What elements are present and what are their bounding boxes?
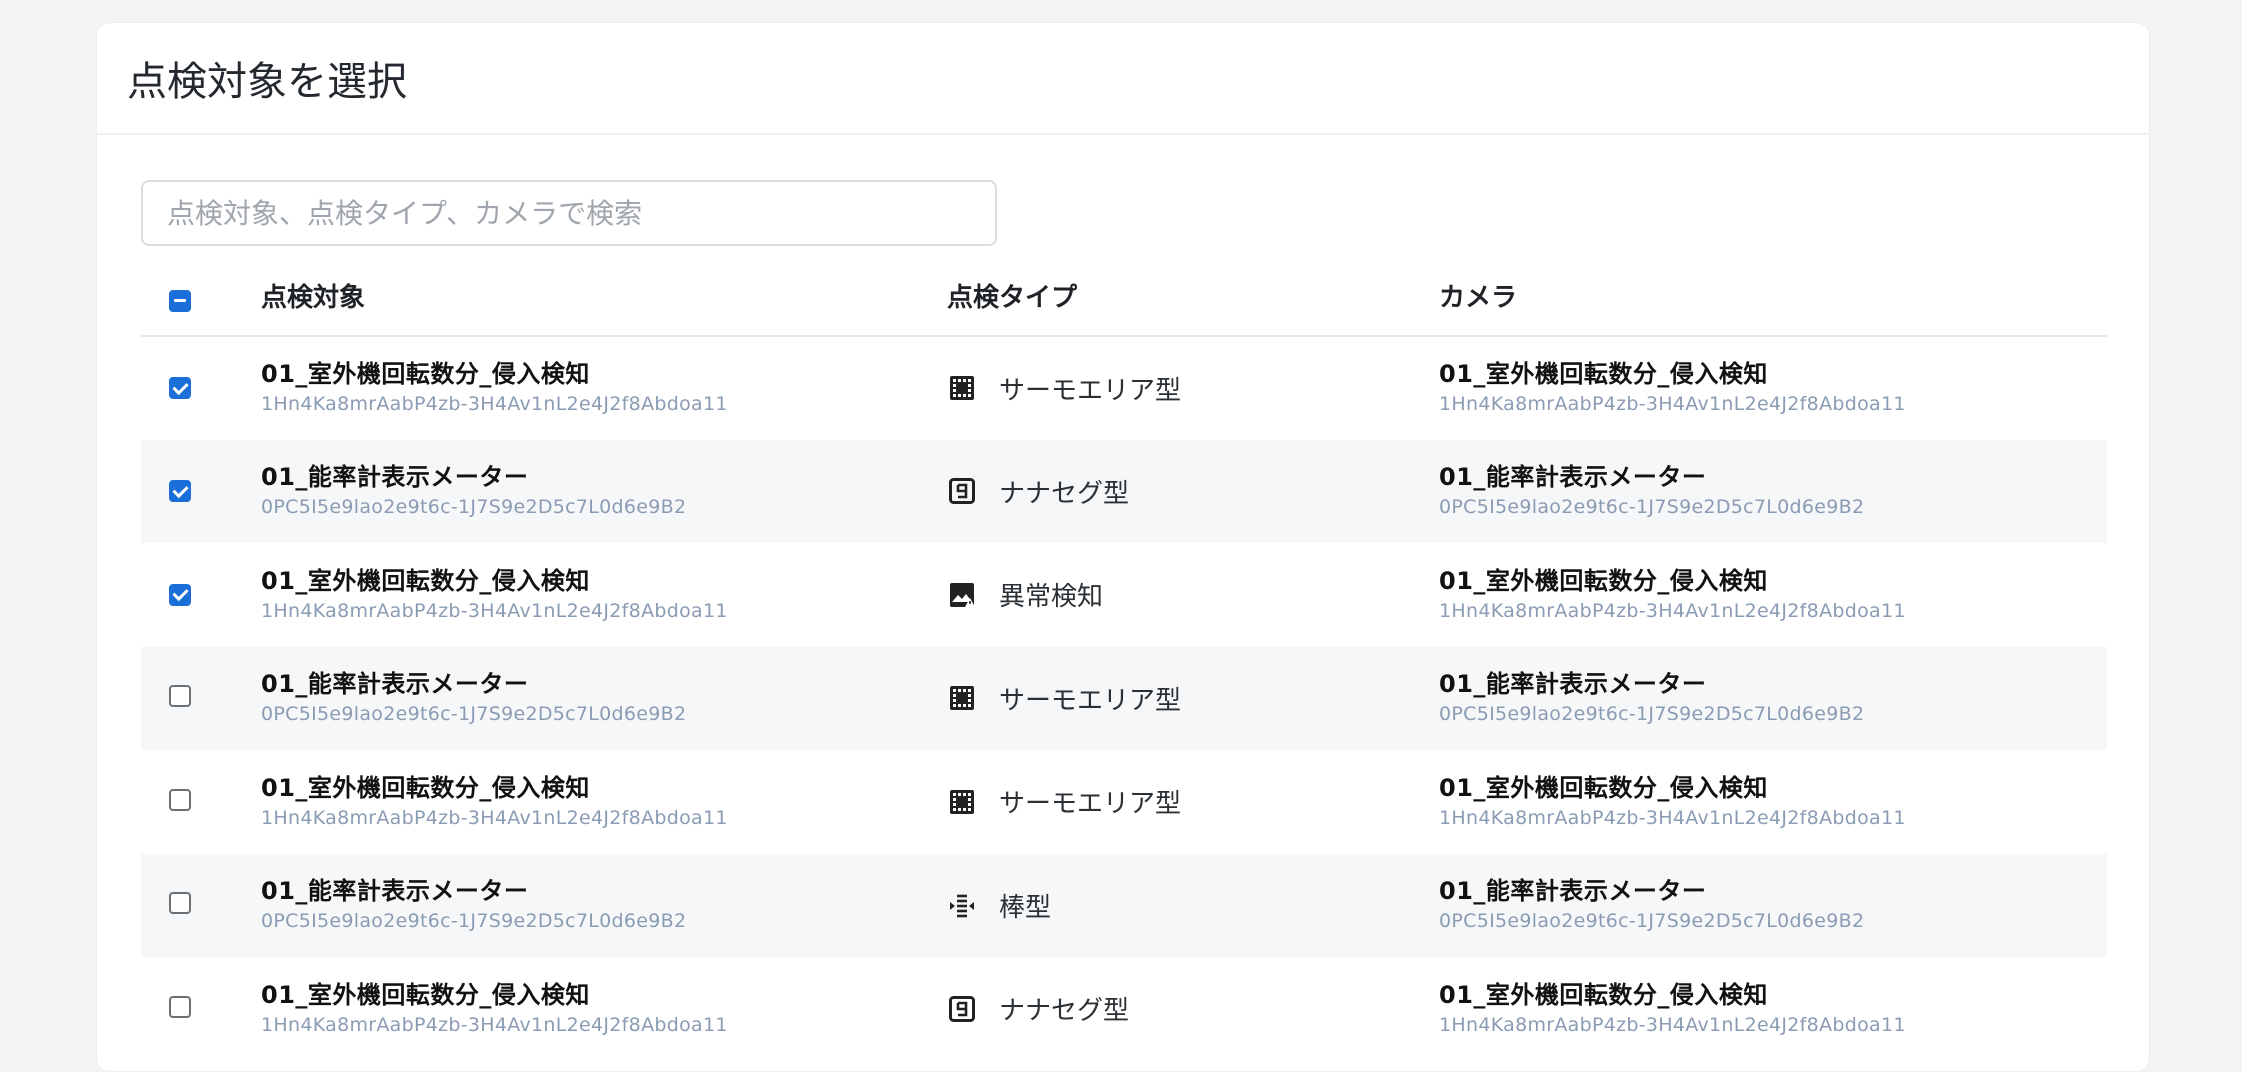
camera-id: 0PC5I5e9lao2e9t6c-1J7S9e2D5c7L0d6e9B2: [1439, 496, 1865, 519]
type-cell: ナナセグ型: [947, 440, 1439, 544]
anomaly-image-icon: [947, 580, 977, 610]
type-label: 棒型: [999, 892, 1052, 923]
type-cell: 異常検知: [947, 543, 1439, 647]
table-row[interactable]: 01_室外機回転数分_侵入検知 1Hn4Ka8mrAabP4zb-3H4Av1n…: [141, 750, 2107, 854]
table-row[interactable]: 01_能率計表示メーター 0PC5I5e9lao2e9t6c-1J7S9e2D5…: [141, 853, 2107, 958]
row-checkbox[interactable]: [169, 788, 191, 811]
target-cell: 01_室外機回転数分_侵入検知 1Hn4Ka8mrAabP4zb-3H4Av1n…: [261, 750, 947, 854]
camera-id: 0PC5I5e9lao2e9t6c-1J7S9e2D5c7L0d6e9B2: [1439, 703, 1865, 726]
target-table: 点検対象 点検タイプ カメラ 01_室外機回転数分_侵入検知 1Hn4Ka8mr…: [141, 256, 2107, 1061]
thermo-grid-icon: [947, 683, 977, 713]
target-id: 0PC5I5e9lao2e9t6c-1J7S9e2D5c7L0d6e9B2: [261, 910, 687, 933]
camera-name: 01_室外機回転数分_侵入検知: [1439, 360, 1768, 389]
row-checkbox[interactable]: [169, 685, 191, 708]
target-cell: 01_能率計表示メーター 0PC5I5e9lao2e9t6c-1J7S9e2D5…: [261, 647, 947, 751]
camera-name: 01_室外機回転数分_侵入検知: [1439, 566, 1768, 595]
type-label: サーモエリア型: [999, 685, 1182, 716]
type-cell: 棒型: [947, 854, 1439, 958]
header-checkbox-cell: [141, 256, 261, 337]
camera-cell: 01_室外機回転数分_侵入検知 1Hn4Ka8mrAabP4zb-3H4Av1n…: [1439, 750, 2107, 854]
row-checkbox-cell: [141, 750, 261, 854]
column-header-camera[interactable]: カメラ: [1439, 256, 2107, 337]
row-checkbox-cell: [141, 957, 261, 1061]
row-checkbox[interactable]: [169, 583, 191, 606]
table-row[interactable]: 01_能率計表示メーター 0PC5I5e9lao2e9t6c-1J7S9e2D5…: [141, 439, 2107, 544]
search-input[interactable]: [141, 180, 997, 246]
seven-segment-icon: [947, 476, 977, 506]
camera-cell: 01_能率計表示メーター 0PC5I5e9lao2e9t6c-1J7S9e2D5…: [1439, 854, 2107, 958]
target-id: 1Hn4Ka8mrAabP4zb-3H4Av1nL2e4J2f8Abdoa11: [261, 1013, 728, 1036]
column-header-target[interactable]: 点検対象: [261, 256, 947, 337]
table-header-row: 点検対象 点検タイプ カメラ: [141, 256, 2107, 337]
table-row[interactable]: 01_能率計表示メーター 0PC5I5e9lao2e9t6c-1J7S9e2D5…: [141, 646, 2107, 751]
camera-name: 01_能率計表示メーター: [1439, 463, 1707, 492]
table-body: 01_室外機回転数分_侵入検知 1Hn4Ka8mrAabP4zb-3H4Av1n…: [141, 336, 2107, 1061]
thermo-grid-icon: [947, 373, 977, 403]
target-name: 01_室外機回転数分_侵入検知: [261, 980, 590, 1009]
target-cell: 01_室外機回転数分_侵入検知 1Hn4Ka8mrAabP4zb-3H4Av1n…: [261, 336, 947, 440]
type-cell: サーモエリア型: [947, 647, 1439, 751]
bar-gauge-icon: [947, 890, 977, 920]
camera-name: 01_室外機回転数分_侵入検知: [1439, 980, 1768, 1009]
target-name: 01_能率計表示メーター: [261, 670, 529, 699]
type-cell: サーモエリア型: [947, 336, 1439, 440]
target-name: 01_能率計表示メーター: [261, 877, 529, 906]
camera-id: 1Hn4Ka8mrAabP4zb-3H4Av1nL2e4J2f8Abdoa11: [1439, 806, 1906, 829]
target-id: 0PC5I5e9lao2e9t6c-1J7S9e2D5c7L0d6e9B2: [261, 496, 687, 519]
card-header: 点検対象を選択: [97, 23, 2149, 135]
target-name: 01_室外機回転数分_侵入検知: [261, 360, 590, 389]
target-id: 1Hn4Ka8mrAabP4zb-3H4Av1nL2e4J2f8Abdoa11: [261, 806, 728, 829]
type-label: サーモエリア型: [999, 789, 1182, 820]
camera-cell: 01_室外機回転数分_侵入検知 1Hn4Ka8mrAabP4zb-3H4Av1n…: [1439, 336, 2107, 440]
camera-id: 1Hn4Ka8mrAabP4zb-3H4Av1nL2e4J2f8Abdoa11: [1439, 1013, 1906, 1036]
row-checkbox-cell: [141, 647, 261, 751]
type-label: 異常検知: [999, 582, 1104, 613]
target-name: 01_室外機回転数分_侵入検知: [261, 773, 590, 802]
camera-cell: 01_能率計表示メーター 0PC5I5e9lao2e9t6c-1J7S9e2D5…: [1439, 440, 2107, 544]
type-label: ナナセグ型: [999, 478, 1130, 509]
row-checkbox-cell: [141, 854, 261, 958]
camera-cell: 01_能率計表示メーター 0PC5I5e9lao2e9t6c-1J7S9e2D5…: [1439, 647, 2107, 751]
target-id: 1Hn4Ka8mrAabP4zb-3H4Av1nL2e4J2f8Abdoa11: [261, 599, 728, 622]
type-label: サーモエリア型: [999, 375, 1182, 406]
target-cell: 01_室外機回転数分_侵入検知 1Hn4Ka8mrAabP4zb-3H4Av1n…: [261, 543, 947, 647]
target-id: 0PC5I5e9lao2e9t6c-1J7S9e2D5c7L0d6e9B2: [261, 703, 687, 726]
row-checkbox-cell: [141, 440, 261, 544]
row-checkbox[interactable]: [169, 892, 191, 915]
table-row[interactable]: 01_室外機回転数分_侵入検知 1Hn4Ka8mrAabP4zb-3H4Av1n…: [141, 957, 2107, 1061]
seven-segment-icon: [947, 994, 977, 1024]
target-id: 1Hn4Ka8mrAabP4zb-3H4Av1nL2e4J2f8Abdoa11: [261, 393, 728, 416]
camera-cell: 01_室外機回転数分_侵入検知 1Hn4Ka8mrAabP4zb-3H4Av1n…: [1439, 543, 2107, 647]
card-title: 点検対象を選択: [127, 59, 407, 105]
camera-id: 1Hn4Ka8mrAabP4zb-3H4Av1nL2e4J2f8Abdoa11: [1439, 599, 1906, 622]
thermo-grid-icon: [947, 787, 977, 817]
target-name: 01_室外機回転数分_侵入検知: [261, 566, 590, 595]
type-cell: ナナセグ型: [947, 957, 1439, 1061]
select-target-card: 点検対象を選択 点検対象 点検タイプ カメラ 01_: [96, 22, 2150, 1072]
table-row[interactable]: 01_室外機回転数分_侵入検知 1Hn4Ka8mrAabP4zb-3H4Av1n…: [141, 336, 2107, 440]
row-checkbox[interactable]: [169, 995, 191, 1018]
row-checkbox[interactable]: [169, 480, 191, 503]
select-all-checkbox[interactable]: [169, 289, 191, 312]
target-name: 01_能率計表示メーター: [261, 463, 529, 492]
type-cell: サーモエリア型: [947, 750, 1439, 854]
table-row[interactable]: 01_室外機回転数分_侵入検知 1Hn4Ka8mrAabP4zb-3H4Av1n…: [141, 543, 2107, 647]
camera-id: 0PC5I5e9lao2e9t6c-1J7S9e2D5c7L0d6e9B2: [1439, 910, 1865, 933]
row-checkbox[interactable]: [169, 377, 191, 400]
row-checkbox-cell: [141, 336, 261, 440]
camera-name: 01_能率計表示メーター: [1439, 877, 1707, 906]
type-label: ナナセグ型: [999, 996, 1130, 1027]
target-cell: 01_室外機回転数分_侵入検知 1Hn4Ka8mrAabP4zb-3H4Av1n…: [261, 957, 947, 1061]
camera-name: 01_室外機回転数分_侵入検知: [1439, 773, 1768, 802]
camera-name: 01_能率計表示メーター: [1439, 670, 1707, 699]
row-checkbox-cell: [141, 543, 261, 647]
camera-id: 1Hn4Ka8mrAabP4zb-3H4Av1nL2e4J2f8Abdoa11: [1439, 393, 1906, 416]
column-header-type[interactable]: 点検タイプ: [947, 256, 1439, 337]
target-cell: 01_能率計表示メーター 0PC5I5e9lao2e9t6c-1J7S9e2D5…: [261, 854, 947, 958]
camera-cell: 01_室外機回転数分_侵入検知 1Hn4Ka8mrAabP4zb-3H4Av1n…: [1439, 957, 2107, 1061]
target-cell: 01_能率計表示メーター 0PC5I5e9lao2e9t6c-1J7S9e2D5…: [261, 440, 947, 544]
card-body: 点検対象 点検タイプ カメラ 01_室外機回転数分_侵入検知 1Hn4Ka8mr…: [97, 135, 2149, 1061]
